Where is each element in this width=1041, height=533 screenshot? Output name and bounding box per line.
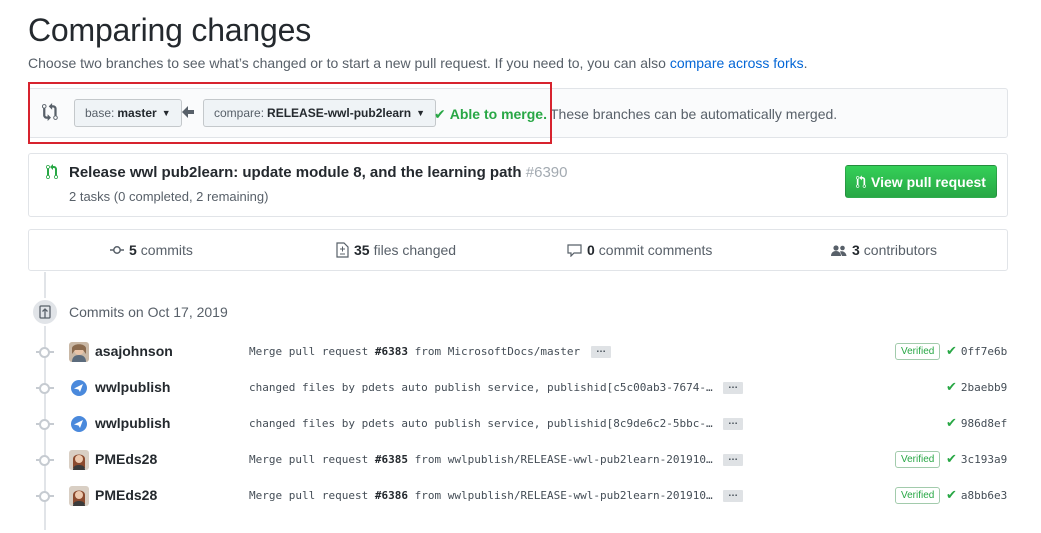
subtitle-text: Choose two branches to see what’s change… — [28, 55, 670, 71]
expand-message-button[interactable]: … — [723, 489, 743, 502]
compare-across-forks-link[interactable]: compare across forks — [670, 55, 804, 71]
commit-row: PMEds28 Merge pull request #6386 from ww… — [0, 478, 1041, 514]
commit-message-text: changed files by pdets auto publish serv… — [249, 417, 713, 430]
check-icon: ✔ — [946, 416, 957, 431]
git-commit-push-icon — [39, 305, 51, 319]
pr-tasks: 2 tasks (0 completed, 2 remaining) — [69, 189, 269, 204]
expand-message-button[interactable]: … — [723, 453, 743, 466]
contributors-label: contributors — [863, 242, 937, 258]
commit-icon — [110, 246, 124, 254]
commit-message-text: from wwlpublish/RELEASE-wwl-pub2learn-20… — [407, 489, 713, 502]
commit-author[interactable]: asajohnson — [95, 343, 173, 359]
commit-row: asajohnson Merge pull request #6383 from… — [0, 334, 1041, 370]
verified-badge[interactable]: Verified — [895, 487, 941, 504]
commit-message[interactable]: changed files by pdets auto publish serv… — [249, 381, 713, 394]
commit-sha[interactable]: ✔ 3c193a9 — [946, 452, 1007, 467]
avatar[interactable] — [69, 378, 89, 398]
commit-author[interactable]: wwlpublish — [95, 379, 170, 395]
commit-sha-text[interactable]: a8bb6e3 — [961, 489, 1007, 502]
commits-count: 5 — [129, 242, 137, 258]
files-changed-tab[interactable]: 35 files changed — [336, 242, 456, 258]
commit-dot — [39, 455, 50, 466]
pr-link[interactable]: #6386 — [375, 489, 408, 502]
avatar[interactable] — [69, 414, 89, 434]
commit-sha-text[interactable]: 2baebb9 — [961, 381, 1007, 394]
commit-sha-text[interactable]: 0ff7e6b — [961, 345, 1007, 358]
commit-author[interactable]: wwlpublish — [95, 415, 170, 431]
subtitle-end: . — [803, 55, 808, 71]
commits-tab[interactable]: 5 commits — [110, 242, 193, 258]
comments-label: commit comments — [598, 242, 713, 258]
page-subtitle: Choose two branches to see what’s change… — [28, 55, 808, 71]
commit-sha[interactable]: ✔ a8bb6e3 — [946, 488, 1007, 503]
commit-author[interactable]: PMEds28 — [95, 451, 157, 467]
files-count: 35 — [354, 242, 370, 258]
file-diff-icon — [336, 242, 349, 258]
view-pr-label: View pull request — [871, 173, 986, 190]
commit-sha-text[interactable]: 3c193a9 — [961, 453, 1007, 466]
commit-sha[interactable]: ✔ 986d8ef — [946, 416, 1007, 431]
commit-row: wwlpublish changed files by pdets auto p… — [0, 370, 1041, 406]
check-icon: ✔ — [946, 452, 957, 467]
verified-badge[interactable]: Verified — [895, 451, 941, 468]
pr-link[interactable]: #6385 — [375, 453, 408, 466]
commit-message-text: Merge pull request — [249, 453, 375, 466]
pr-title[interactable]: Release wwl pub2learn: update module 8, … — [69, 164, 567, 181]
commit-message-text: Merge pull request — [249, 489, 375, 502]
check-icon: ✔ — [946, 344, 957, 359]
commit-message-text: from MicrosoftDocs/master — [407, 345, 581, 358]
pull-request-icon — [46, 164, 58, 179]
commit-sha[interactable]: ✔ 0ff7e6b — [946, 344, 1007, 359]
commit-sha-text[interactable]: 986d8ef — [961, 417, 1007, 430]
commit-message-text: changed files by pdets auto publish serv… — [249, 381, 713, 394]
pr-link[interactable]: #6383 — [375, 345, 408, 358]
comments-count: 0 — [587, 242, 595, 258]
avatar[interactable] — [69, 342, 89, 362]
contributors-tab[interactable]: 3 contributors — [831, 242, 937, 258]
contributors-count: 3 — [852, 242, 860, 258]
pr-number: #6390 — [525, 164, 568, 181]
commit-message[interactable]: Merge pull request #6383 from MicrosoftD… — [249, 345, 580, 358]
expand-message-button[interactable]: … — [723, 381, 743, 394]
commit-dot — [39, 419, 50, 430]
merge-message: These branches can be automatically merg… — [550, 106, 838, 122]
commit-message[interactable]: Merge pull request #6385 from wwlpublish… — [249, 453, 713, 466]
pr-title-text[interactable]: Release wwl pub2learn: update module 8, … — [69, 164, 522, 181]
commit-sha[interactable]: ✔ 2baebb9 — [946, 380, 1007, 395]
files-label: files changed — [373, 242, 457, 258]
commit-message[interactable]: Merge pull request #6386 from wwlpublish… — [249, 489, 713, 502]
commit-row: wwlpublish changed files by pdets auto p… — [0, 406, 1041, 442]
page-title: Comparing changes — [28, 12, 311, 48]
commit-dot — [39, 491, 50, 502]
view-pull-request-button[interactable]: View pull request — [845, 165, 997, 198]
expand-message-button[interactable]: … — [723, 417, 743, 430]
pull-request-icon — [856, 174, 867, 188]
comment-icon — [567, 243, 582, 257]
commit-dot — [39, 347, 50, 358]
commit-message-text: from wwlpublish/RELEASE-wwl-pub2learn-20… — [407, 453, 713, 466]
check-icon: ✔ — [946, 380, 957, 395]
people-icon — [831, 244, 847, 256]
commit-message-text: Merge pull request — [249, 345, 375, 358]
commit-group-badge — [31, 298, 59, 326]
avatar[interactable] — [69, 450, 89, 470]
commit-author[interactable]: PMEds28 — [95, 487, 157, 503]
highlight-annotation — [28, 82, 552, 144]
verified-badge[interactable]: Verified — [895, 343, 941, 360]
commits-label: commits — [140, 242, 193, 258]
commit-message[interactable]: changed files by pdets auto publish serv… — [249, 417, 713, 430]
expand-message-button[interactable]: … — [591, 345, 611, 358]
commit-group-date: Commits on Oct 17, 2019 — [69, 304, 228, 320]
check-icon: ✔ — [946, 488, 957, 503]
commit-row: PMEds28 Merge pull request #6385 from ww… — [0, 442, 1041, 478]
avatar[interactable] — [69, 486, 89, 506]
commit-dot — [39, 383, 50, 394]
commit-comments-tab[interactable]: 0 commit comments — [567, 242, 712, 258]
